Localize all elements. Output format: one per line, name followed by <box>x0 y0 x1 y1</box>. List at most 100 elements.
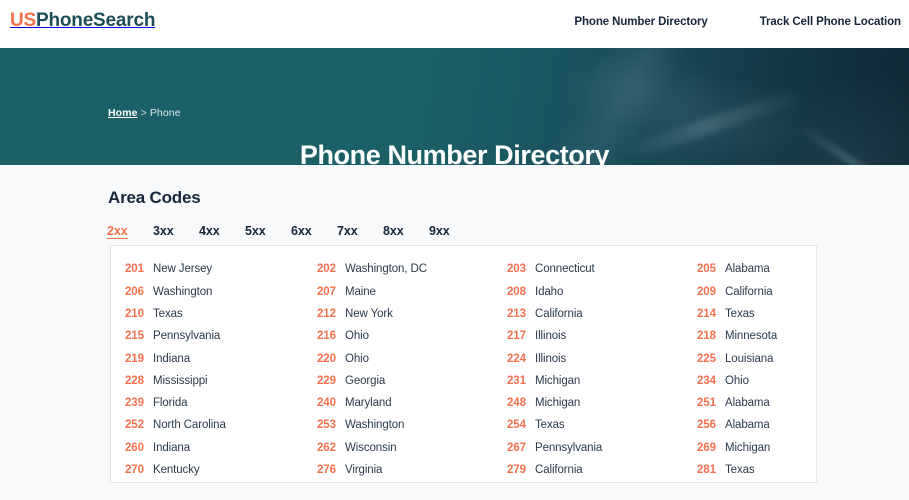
area-code-state: Indiana <box>153 352 191 365</box>
area-code-number: 281 <box>697 464 716 477</box>
page-title: Phone Number Directory <box>299 140 610 165</box>
tab-4xx[interactable]: 4xx <box>199 224 245 238</box>
area-codes-panel: 201 New Jersey 206 Washington 210 Texas 215 Pen… <box>110 245 817 483</box>
area-code-item[interactable]: 260 Indiana <box>125 437 317 459</box>
area-code-item[interactable]: 231 Michigan <box>507 370 697 392</box>
area-code-item[interactable]: 256 Alabama <box>697 415 832 437</box>
area-code-state: Texas <box>725 307 755 320</box>
tab-2xx[interactable]: 2xx <box>107 224 153 238</box>
area-code-item[interactable]: 228 Mississippi <box>125 370 317 392</box>
area-code-number: 205 <box>697 263 716 276</box>
area-code-item[interactable]: 213 California <box>507 304 697 326</box>
area-code-item[interactable]: 269 Michigan <box>697 437 832 459</box>
area-code-item[interactable]: 253 Washington <box>317 415 507 437</box>
logo-suffix: PhoneSearch <box>36 10 156 31</box>
area-code-state: Washington, DC <box>345 263 427 276</box>
area-code-state: Florida <box>153 397 188 410</box>
area-code-item[interactable]: 254 Texas <box>507 415 697 437</box>
area-code-state: Ohio <box>345 352 369 365</box>
area-code-item[interactable]: 219 Indiana <box>125 348 317 370</box>
area-code-item[interactable]: 262 Wisconsin <box>317 437 507 459</box>
tab-8xx[interactable]: 8xx <box>383 224 429 238</box>
area-code-state: Ohio <box>345 330 369 343</box>
area-code-item[interactable]: 218 Minnesota <box>697 326 832 348</box>
area-code-item[interactable]: 216 Ohio <box>317 326 507 348</box>
area-code-number: 279 <box>507 464 526 477</box>
area-code-item[interactable]: 203 Connecticut <box>507 259 697 281</box>
area-code-item[interactable]: 215 Pennsylvania <box>125 326 317 348</box>
area-code-state: Kentucky <box>153 464 200 477</box>
area-code-state: Texas <box>535 419 565 432</box>
area-code-item[interactable]: 205 Alabama <box>697 259 832 281</box>
breadcrumb-separator: > <box>140 107 147 119</box>
area-code-item[interactable]: 210 Texas <box>125 304 317 326</box>
tab-9xx[interactable]: 9xx <box>429 224 475 238</box>
logo-prefix: US <box>10 10 36 31</box>
area-code-number: 210 <box>125 307 144 320</box>
area-code-item[interactable]: 240 Maryland <box>317 393 507 415</box>
area-code-item[interactable]: 251 Alabama <box>697 393 832 415</box>
area-code-item[interactable]: 239 Florida <box>125 393 317 415</box>
area-code-number: 203 <box>507 263 526 276</box>
area-code-item[interactable]: 202 Washington, DC <box>317 259 507 281</box>
area-code-item[interactable]: 229 Georgia <box>317 370 507 392</box>
area-code-number: 269 <box>697 441 716 454</box>
area-code-state: Michigan <box>535 374 581 387</box>
area-code-state: Alabama <box>725 397 770 410</box>
area-code-number: 206 <box>125 285 144 298</box>
area-code-item[interactable]: 201 New Jersey <box>125 259 317 281</box>
area-code-state: Georgia <box>345 374 386 387</box>
breadcrumb-current-phone: Phone <box>149 107 181 119</box>
area-code-state: North Carolina <box>153 419 226 432</box>
area-code-number: 239 <box>125 397 144 410</box>
area-code-item[interactable]: 207 Maine <box>317 281 507 303</box>
area-code-item[interactable]: 220 Ohio <box>317 348 507 370</box>
tab-6xx[interactable]: 6xx <box>291 224 337 238</box>
area-code-state: Mississippi <box>153 374 208 387</box>
area-code-item[interactable]: 267 Pennsylvania <box>507 437 697 459</box>
nav-link-phone-number-directory[interactable]: Phone Number Directory <box>574 16 707 28</box>
nav-link-track-cell-phone-location[interactable]: Track Cell Phone Location <box>760 16 901 28</box>
area-code-number: 201 <box>125 263 144 276</box>
area-code-number: 207 <box>317 285 336 298</box>
area-code-item[interactable]: 212 New York <box>317 304 507 326</box>
area-code-number: 240 <box>317 397 336 410</box>
area-code-item[interactable]: 214 Texas <box>697 304 832 326</box>
area-code-item[interactable]: 279 California <box>507 460 697 482</box>
area-code-item[interactable]: 252 North Carolina <box>125 415 317 437</box>
area-code-state: Illinois <box>535 330 567 343</box>
area-code-item[interactable]: 209 California <box>697 281 832 303</box>
site-logo[interactable]: USPhoneSearch <box>10 10 155 32</box>
area-code-number: 225 <box>697 352 716 365</box>
hero-banner: Home > Phone Phone Number Directory <box>0 48 909 165</box>
area-code-item[interactable]: 224 Illinois <box>507 348 697 370</box>
area-code-number: 229 <box>317 374 336 387</box>
area-code-state: Minnesota <box>725 330 778 343</box>
area-code-item[interactable]: 270 Kentucky <box>125 460 317 482</box>
area-code-item[interactable]: 234 Ohio <box>697 370 832 392</box>
area-code-state: Michigan <box>725 441 771 454</box>
area-code-item[interactable]: 281 Texas <box>697 460 832 482</box>
tab-3xx[interactable]: 3xx <box>153 224 199 238</box>
tab-7xx[interactable]: 7xx <box>337 224 383 238</box>
area-code-number: 252 <box>125 419 144 432</box>
area-code-state: Ohio <box>725 374 749 387</box>
area-code-state: Wisconsin <box>345 441 397 454</box>
area-code-state: Washington <box>153 285 213 298</box>
breadcrumb-link-home[interactable]: Home <box>108 107 138 119</box>
area-code-number: 234 <box>697 374 716 387</box>
area-code-tabs: 2xx 3xx 4xx 5xx 6xx 7xx 8xx 9xx <box>107 224 475 238</box>
area-code-state: Connecticut <box>535 263 595 276</box>
area-code-item[interactable]: 276 Virginia <box>317 460 507 482</box>
area-code-item[interactable]: 248 Michigan <box>507 393 697 415</box>
area-code-item[interactable]: 206 Washington <box>125 281 317 303</box>
area-code-number: 220 <box>317 352 336 365</box>
area-code-item[interactable]: 208 Idaho <box>507 281 697 303</box>
area-code-item[interactable]: 225 Louisiana <box>697 348 832 370</box>
area-code-state: California <box>535 464 583 477</box>
tab-5xx[interactable]: 5xx <box>245 224 291 238</box>
area-code-state: Alabama <box>725 419 770 432</box>
area-code-item[interactable]: 217 Illinois <box>507 326 697 348</box>
area-code-state: Virginia <box>345 464 383 477</box>
area-code-number: 256 <box>697 419 716 432</box>
